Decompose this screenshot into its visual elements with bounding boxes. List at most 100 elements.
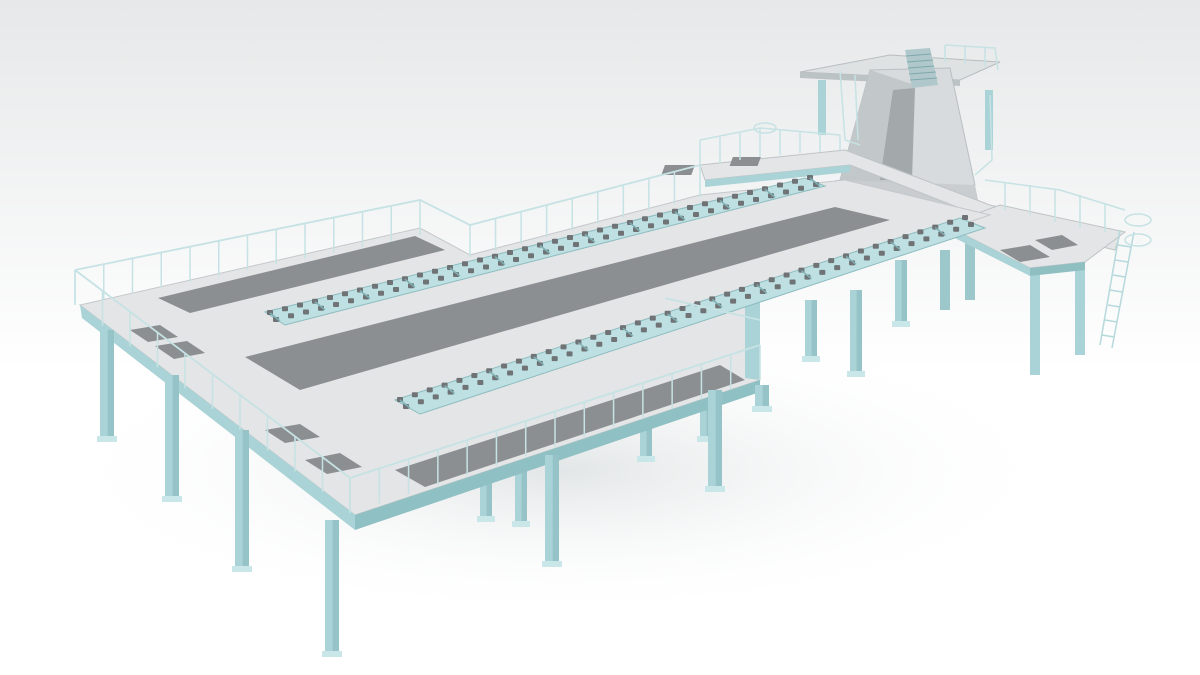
column-base-plate [232, 566, 252, 572]
conveyor-roller [507, 370, 514, 376]
render-canvas [0, 0, 1200, 675]
conveyor-roller [432, 394, 439, 400]
column-base-plate [752, 406, 772, 412]
conveyor-roller [462, 261, 468, 267]
conveyor-roller [513, 257, 519, 262]
conveyor-roller [687, 205, 693, 210]
conveyor-roller [768, 277, 775, 283]
conveyor-roller [783, 272, 790, 278]
conveyor-roller [663, 219, 669, 225]
column-base-plate [512, 521, 530, 527]
conveyor-roller [693, 212, 699, 217]
conveyor-roller [378, 290, 384, 296]
conveyor-roller [923, 236, 930, 242]
conveyor-roller [738, 200, 744, 206]
conveyor-roller [372, 283, 378, 289]
conveyor-roller [708, 208, 714, 214]
conveyor-roller [426, 387, 433, 393]
deck-edge-notch [745, 300, 760, 380]
conveyor-roller [566, 351, 573, 357]
floor-grate-panel [729, 157, 761, 166]
conveyor-roller [456, 377, 463, 383]
conveyor-roller [813, 262, 820, 268]
column-base-plate [892, 321, 910, 327]
wing-column [965, 240, 975, 300]
conveyor-roller [798, 185, 804, 191]
conveyor-roller [603, 234, 609, 240]
conveyor-roller [730, 298, 737, 304]
column-base-plate [705, 486, 725, 492]
conveyor-roller [792, 178, 798, 184]
conveyor-roller [953, 226, 960, 232]
conveyor-roller [468, 268, 474, 274]
conveyor-roller [597, 227, 603, 233]
conveyor-roller [777, 182, 783, 188]
conveyor-roller [649, 315, 656, 321]
conveyor-roller [327, 295, 333, 300]
conveyor-roller [471, 373, 478, 379]
conveyor-roller [417, 399, 424, 405]
conveyor-roller [567, 235, 573, 240]
tower-column [818, 80, 826, 135]
wing-column [940, 250, 950, 310]
conveyor-roller [590, 334, 597, 340]
conveyor-roller [342, 291, 348, 297]
conveyor-roller [411, 392, 418, 398]
conveyor-roller [507, 250, 513, 255]
conveyor-roller [282, 306, 288, 312]
conveyor-roller [917, 229, 924, 235]
conveyor-roller [393, 287, 399, 292]
column-base-plate [162, 496, 182, 502]
conveyor-roller [634, 320, 641, 326]
conveyor-roller [545, 349, 552, 355]
conveyor-roller [288, 313, 294, 319]
conveyor-roller [477, 257, 483, 263]
conveyor-roller [551, 356, 558, 362]
conveyor-roller [522, 246, 528, 252]
conveyor-roller [968, 222, 974, 227]
conveyor-roller [303, 309, 309, 315]
conveyor-roller [558, 245, 564, 251]
conveyor-roller [657, 212, 663, 218]
column-base-plate [802, 356, 820, 362]
conveyor-roller [297, 302, 303, 308]
conveyor-roller [947, 219, 954, 225]
column-base-plate [637, 456, 655, 462]
conveyor-roller [611, 336, 618, 342]
conveyor-roller [348, 298, 354, 304]
conveyor-roller [612, 223, 618, 229]
conveyor-roller [648, 223, 654, 229]
conveyor-roller [789, 279, 796, 285]
conveyor-roller [462, 384, 469, 390]
conveyor-roller [828, 258, 835, 264]
conveyor-roller [878, 250, 885, 256]
conveyor-roller [872, 243, 879, 249]
conveyor-roller [655, 322, 662, 328]
conveyor-roller [724, 291, 731, 297]
conveyor-roller [834, 265, 841, 271]
conveyor-roller [702, 201, 708, 207]
conveyor-roller [685, 313, 692, 318]
conveyor-roller [432, 268, 438, 274]
conveyor-roller [477, 380, 484, 386]
conveyor-roller [902, 234, 909, 240]
conveyor-roller [774, 284, 781, 290]
conveyor-roller [863, 255, 870, 261]
column-base-plate [477, 516, 495, 522]
conveyor-roller [573, 242, 579, 247]
conveyor-roller [753, 197, 759, 202]
conveyor-roller [483, 264, 489, 270]
conveyor-roller [744, 293, 751, 299]
column-base-plate [322, 651, 342, 657]
conveyor-roller [819, 269, 826, 275]
conveyor-roller [521, 365, 528, 371]
conveyor-roller [732, 193, 738, 199]
conveyor-roller [501, 363, 508, 369]
conveyor-roller [417, 272, 423, 278]
conveyor-roller [423, 279, 429, 285]
conveyor-roller [642, 216, 648, 222]
platform-render [0, 0, 1200, 675]
conveyor-roller [679, 306, 686, 311]
column-base-plate [97, 436, 117, 442]
conveyor-roller [333, 302, 339, 307]
